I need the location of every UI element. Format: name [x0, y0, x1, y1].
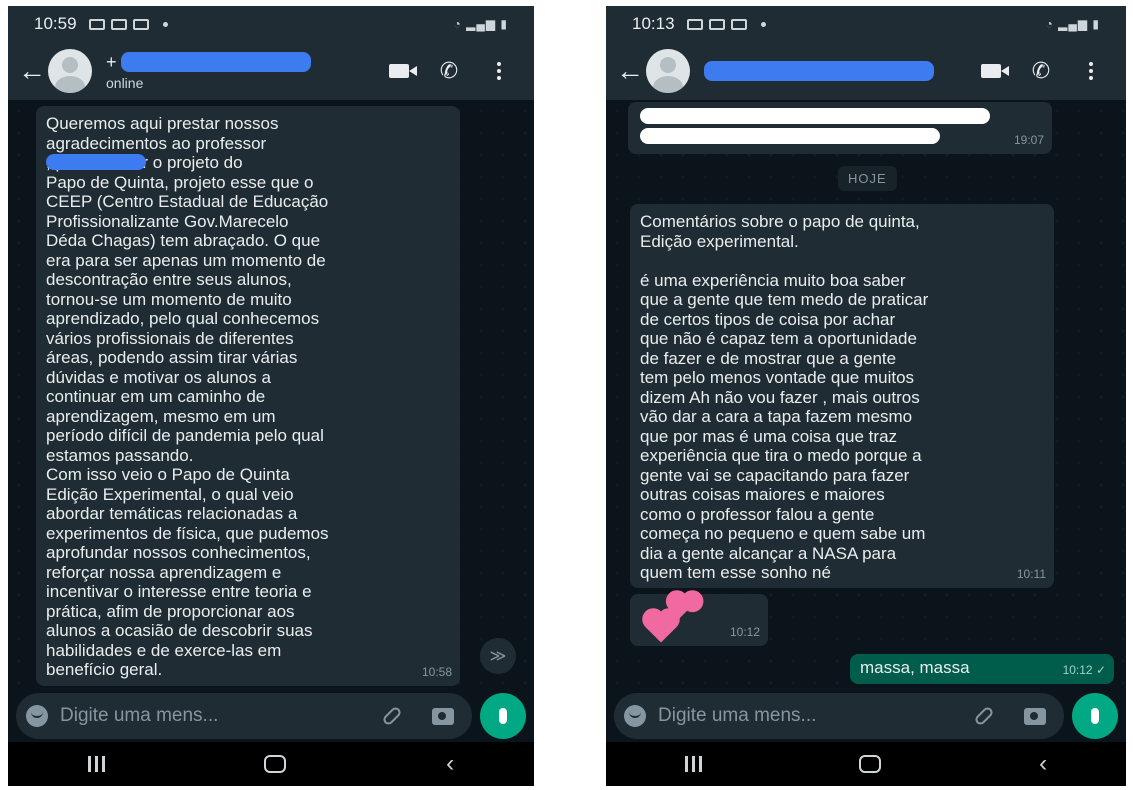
image-icon: [132, 18, 149, 30]
message-time: 19:07: [1013, 132, 1044, 147]
more-options-icon[interactable]: [1066, 51, 1116, 91]
back-arrow-icon[interactable]: ←: [616, 55, 646, 87]
mic-icon: [499, 708, 507, 724]
message-input[interactable]: Digite uma mens...: [614, 693, 1064, 739]
recents-icon[interactable]: [87, 756, 105, 772]
gallery-icon: [110, 18, 127, 30]
composer: Digite uma mens...: [8, 690, 534, 742]
emoji-icon[interactable]: [624, 705, 646, 727]
redacted-name: [46, 154, 146, 170]
plus-sign: +: [106, 51, 117, 72]
signal-battery-icon: ◔ ▂▄▆ ▮: [1045, 17, 1100, 31]
image-icon: [730, 18, 747, 30]
chat-area[interactable]: Queremos aqui prestar nossos agradecimen…: [8, 100, 534, 690]
notification-dot-icon: [162, 21, 168, 27]
status-time: 10:59: [34, 14, 77, 33]
emoji-icon[interactable]: [26, 705, 48, 727]
home-icon[interactable]: [859, 755, 882, 773]
camera-icon[interactable]: [1024, 707, 1046, 725]
back-arrow-icon[interactable]: ←: [18, 55, 48, 87]
contact-info[interactable]: + online: [106, 52, 374, 91]
mic-icon: [1091, 708, 1099, 724]
scroll-down-icon[interactable]: ≫: [480, 638, 516, 674]
message-time: 10:11: [1016, 566, 1046, 581]
android-nav-bar: ‹: [606, 742, 1126, 786]
mic-button[interactable]: [480, 693, 526, 739]
message-text: Queremos aqui prestar nossos agradecimen…: [46, 114, 329, 679]
redacted-phone-number: [120, 52, 311, 72]
incoming-message[interactable]: Queremos aqui prestar nossos agradecimen…: [36, 106, 460, 686]
android-nav-bar: ‹: [8, 742, 534, 786]
date-chip: HOJE: [838, 166, 897, 191]
message-time: 10:58: [421, 664, 452, 679]
avatar[interactable]: [646, 49, 690, 93]
recents-icon[interactable]: [684, 756, 702, 772]
chat-header: ← + online ✆: [8, 42, 534, 100]
input-placeholder: Digite uma mens...: [60, 705, 219, 726]
camera-icon[interactable]: [432, 707, 454, 725]
message-text: Comentários sobre o papo de quinta, Ediç…: [640, 212, 929, 582]
redaction-bar: [640, 128, 940, 144]
right-phone-screen: 10:13 ◔ ▂▄▆ ▮ ← ✆ 19:07 HOJE Comentários…: [606, 6, 1126, 786]
avatar[interactable]: [48, 49, 92, 93]
notification-dot-icon: [760, 21, 766, 27]
chat-header: ← ✆: [606, 42, 1126, 100]
input-placeholder: Digite uma mens...: [658, 705, 817, 726]
reply-time: 10:12 ✓: [1062, 662, 1106, 677]
heart-icon: [645, 611, 677, 643]
back-nav-icon[interactable]: ‹: [1039, 750, 1047, 778]
more-options-icon[interactable]: [474, 51, 524, 91]
screen-icon: [88, 18, 105, 30]
phone-call-icon[interactable]: ✆: [1016, 51, 1066, 91]
contact-status: online: [106, 74, 144, 91]
gallery-icon: [708, 18, 725, 30]
sticker-message[interactable]: 10:12: [630, 594, 768, 646]
redacted-message[interactable]: 19:07: [628, 102, 1052, 154]
composer: Digite uma mens...: [606, 690, 1126, 742]
message-time: 10:12: [729, 624, 760, 639]
signal-battery-icon: ◔ ▂▄▆ ▮: [453, 17, 508, 31]
screen-icon: [686, 18, 703, 30]
video-call-icon[interactable]: [374, 51, 424, 91]
phone-call-icon[interactable]: ✆: [424, 51, 474, 91]
status-time: 10:13: [632, 14, 675, 33]
left-phone-screen: 10:59 ◔ ▂▄▆ ▮ ← + online ✆ Queremos aqui…: [8, 6, 534, 786]
reply-text: massa, massa: [860, 658, 970, 677]
redaction-bar: [640, 108, 990, 124]
home-icon[interactable]: [264, 755, 287, 773]
message-input[interactable]: Digite uma mens...: [16, 693, 472, 739]
incoming-message[interactable]: Comentários sobre o papo de quinta, Ediç…: [630, 204, 1054, 588]
attach-icon[interactable]: [381, 705, 403, 727]
redacted-contact-name: [704, 61, 934, 81]
chat-area[interactable]: 19:07 HOJE Comentários sobre o papo de q…: [606, 100, 1126, 690]
contact-name: +: [106, 52, 374, 73]
status-bar: 10:59 ◔ ▂▄▆ ▮: [8, 6, 534, 42]
outgoing-message[interactable]: massa, massa 10:12 ✓: [850, 654, 1114, 684]
back-nav-icon[interactable]: ‹: [446, 750, 454, 778]
video-call-icon[interactable]: [966, 51, 1016, 91]
attach-icon[interactable]: [973, 705, 995, 727]
status-bar: 10:13 ◔ ▂▄▆ ▮: [606, 6, 1126, 42]
mic-button[interactable]: [1072, 693, 1118, 739]
contact-info[interactable]: [704, 61, 966, 81]
